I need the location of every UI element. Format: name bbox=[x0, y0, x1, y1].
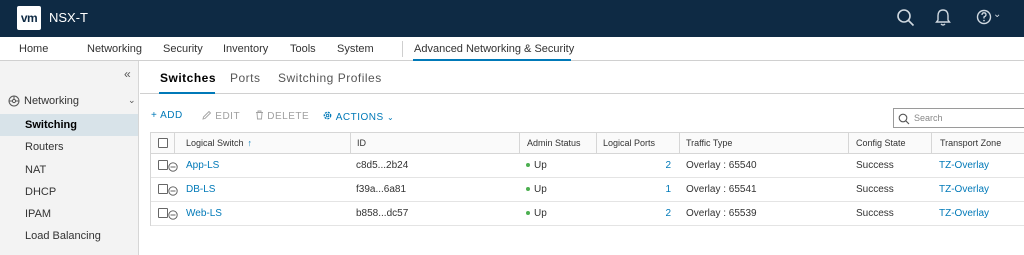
sidebar-item-nat[interactable]: NAT bbox=[0, 159, 138, 181]
trash-icon bbox=[256, 110, 263, 120]
nav-divider bbox=[402, 41, 403, 57]
logical-switch-link[interactable]: DB-LS bbox=[186, 184, 215, 195]
networking-icon bbox=[8, 94, 20, 112]
column-header-traffic-type[interactable]: Traffic Type bbox=[686, 138, 732, 148]
row-checkbox[interactable] bbox=[158, 160, 168, 170]
pencil-icon bbox=[202, 110, 212, 120]
edit-label: EDIT bbox=[215, 111, 241, 122]
tab-ports[interactable]: Ports bbox=[230, 71, 261, 85]
content-tabs: Switches Ports Switching Profiles bbox=[140, 61, 1024, 94]
column-divider bbox=[596, 133, 597, 154]
logical-ports-count-link[interactable]: 2 bbox=[651, 208, 671, 219]
nav-networking[interactable]: Networking bbox=[87, 43, 142, 55]
top-header-bar: vm NSX-T ⌄ bbox=[0, 0, 1024, 37]
bell-icon[interactable] bbox=[935, 8, 951, 27]
sidebar-item-dhcp[interactable]: DHCP bbox=[0, 181, 138, 203]
delete-label: DELETE bbox=[267, 111, 310, 122]
sidebar: « Networking ⌄ Switching Routers NAT DHC… bbox=[0, 61, 139, 255]
column-header-admin-status[interactable]: Admin Status bbox=[527, 138, 581, 148]
column-divider bbox=[848, 133, 849, 154]
config-state: Success bbox=[856, 160, 894, 171]
switch-id: f39a...6a81 bbox=[356, 184, 407, 195]
chevron-down-icon: ⌄ bbox=[128, 95, 136, 105]
status-up-icon bbox=[526, 187, 530, 192]
add-button[interactable]: + ADD bbox=[151, 110, 183, 121]
actions-menu-button[interactable]: ACTIONS ⌄ bbox=[322, 110, 394, 123]
column-divider bbox=[679, 133, 680, 154]
grid-header: Logical Switch ↑ ID Admin Status Logical … bbox=[151, 133, 1024, 154]
column-header-logical-ports[interactable]: Logical Ports bbox=[603, 138, 655, 148]
app-title: NSX-T bbox=[49, 10, 88, 25]
transport-zone-link[interactable]: TZ-Overlay bbox=[939, 160, 989, 171]
search-icon[interactable] bbox=[896, 8, 915, 27]
sidebar-item-switching[interactable]: Switching bbox=[0, 114, 138, 136]
chevron-down-icon: ⌄ bbox=[386, 113, 395, 122]
table-row[interactable]: DB-LS f39a...6a81 Up 1 Overlay : 65541 S… bbox=[151, 178, 1024, 202]
column-divider bbox=[519, 133, 520, 154]
logical-switch-link[interactable]: Web-LS bbox=[186, 208, 222, 219]
logical-ports-count-link[interactable]: 1 bbox=[651, 184, 671, 195]
help-caret-icon[interactable]: ⌄ bbox=[993, 9, 1001, 20]
row-checkbox[interactable] bbox=[158, 184, 168, 194]
collapse-sidebar-icon[interactable]: « bbox=[124, 67, 131, 81]
delete-button[interactable]: DELETE bbox=[255, 110, 309, 122]
table-row[interactable]: App-LS c8d5...2b24 Up 2 Overlay : 65540 … bbox=[151, 154, 1024, 178]
search-input[interactable] bbox=[914, 111, 1019, 125]
nav-inventory[interactable]: Inventory bbox=[223, 43, 268, 55]
nav-security[interactable]: Security bbox=[163, 43, 203, 55]
help-icon[interactable] bbox=[976, 8, 992, 27]
row-expand-icon[interactable] bbox=[168, 183, 178, 201]
search-box bbox=[893, 108, 1024, 128]
column-header-config-state[interactable]: Config State bbox=[856, 138, 906, 148]
column-header-transport-zone[interactable]: Transport Zone bbox=[940, 138, 1001, 148]
switch-id: b858...dc57 bbox=[356, 208, 409, 219]
traffic-type: Overlay : 65540 bbox=[686, 160, 757, 171]
nav-system[interactable]: System bbox=[337, 43, 374, 55]
row-expand-icon[interactable] bbox=[168, 207, 178, 225]
search-icon bbox=[898, 112, 910, 130]
column-divider bbox=[174, 133, 175, 154]
table-row[interactable]: Web-LS b858...dc57 Up 2 Overlay : 65539 … bbox=[151, 202, 1024, 226]
admin-status: Up bbox=[526, 208, 547, 219]
tab-active-indicator bbox=[159, 92, 215, 94]
gear-icon bbox=[323, 111, 332, 120]
logical-switch-link[interactable]: App-LS bbox=[186, 160, 219, 171]
vmware-logo: vm bbox=[17, 6, 41, 30]
sidebar-item-load-balancing[interactable]: Load Balancing bbox=[0, 225, 138, 247]
status-up-icon bbox=[526, 211, 530, 216]
actions-label: ACTIONS bbox=[335, 112, 384, 123]
nav-tools[interactable]: Tools bbox=[290, 43, 316, 55]
nav-advanced-networking-security[interactable]: Advanced Networking & Security bbox=[414, 43, 574, 55]
admin-status: Up bbox=[526, 160, 547, 171]
sidebar-item-routers[interactable]: Routers bbox=[0, 136, 138, 158]
nav-home[interactable]: Home bbox=[19, 43, 48, 55]
row-checkbox[interactable] bbox=[158, 208, 168, 218]
switch-id: c8d5...2b24 bbox=[356, 160, 409, 171]
sidebar-group-networking[interactable]: Networking ⌄ bbox=[0, 90, 138, 112]
column-divider bbox=[931, 133, 932, 154]
transport-zone-link[interactable]: TZ-Overlay bbox=[939, 208, 989, 219]
column-header-id[interactable]: ID bbox=[357, 138, 366, 148]
status-up-icon bbox=[526, 163, 530, 168]
column-divider bbox=[350, 133, 351, 154]
logical-ports-count-link[interactable]: 2 bbox=[651, 160, 671, 171]
tab-switching-profiles[interactable]: Switching Profiles bbox=[278, 71, 382, 85]
select-all-checkbox[interactable] bbox=[158, 138, 168, 148]
transport-zone-link[interactable]: TZ-Overlay bbox=[939, 184, 989, 195]
row-expand-icon[interactable] bbox=[168, 159, 178, 177]
main-navigation: Home Networking Security Inventory Tools… bbox=[0, 37, 1024, 61]
sidebar-item-ipam[interactable]: IPAM bbox=[0, 203, 138, 225]
admin-status: Up bbox=[526, 184, 547, 195]
logical-switches-grid: Logical Switch ↑ ID Admin Status Logical … bbox=[150, 132, 1024, 226]
traffic-type: Overlay : 65539 bbox=[686, 208, 757, 219]
sidebar-group-label: Networking bbox=[24, 95, 80, 107]
config-state: Success bbox=[856, 184, 894, 195]
traffic-type: Overlay : 65541 bbox=[686, 184, 757, 195]
config-state: Success bbox=[856, 208, 894, 219]
tab-switches[interactable]: Switches bbox=[160, 71, 216, 85]
column-header-logical-switch[interactable]: Logical Switch ↑ bbox=[186, 138, 252, 148]
sort-ascending-icon: ↑ bbox=[247, 138, 253, 148]
edit-button[interactable]: EDIT bbox=[202, 110, 240, 122]
